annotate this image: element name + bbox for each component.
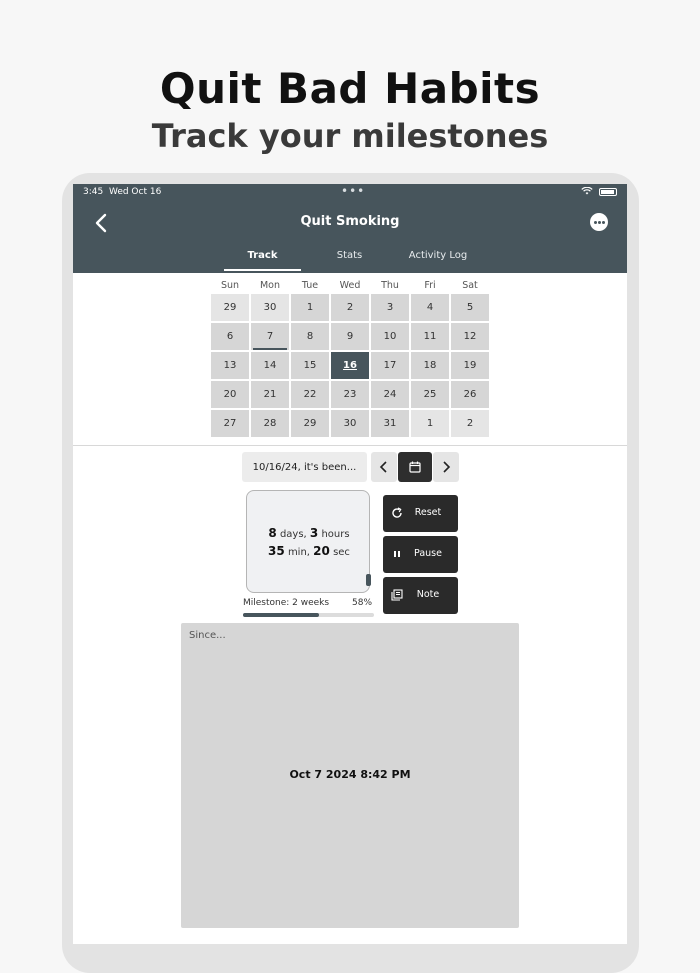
milestone-progress-bar: [243, 613, 374, 617]
calendar-day[interactable]: 29: [291, 410, 329, 437]
reset-button[interactable]: Reset: [383, 495, 458, 532]
wifi-icon: [581, 187, 593, 195]
weekday-label: Tue: [301, 280, 319, 291]
calendar-day[interactable]: 1: [411, 410, 449, 437]
since-datetime: Oct 7 2024 8:42 PM: [289, 768, 411, 781]
calendar-day[interactable]: 9: [331, 323, 369, 350]
calendar-day[interactable]: 3: [371, 294, 409, 321]
weekday-label: Fri: [424, 280, 436, 291]
previous-day-button[interactable]: [371, 452, 397, 482]
nav-bar: 3:45 Wed Oct 16 ••• Quit Smoking Track S…: [73, 184, 627, 273]
tab-activity-log[interactable]: Activity Log: [393, 250, 483, 261]
calendar-day[interactable]: 18: [411, 352, 449, 379]
tab-stats[interactable]: Stats: [313, 250, 386, 261]
weekday-label: Sun: [220, 280, 240, 291]
active-tab-indicator: [224, 269, 301, 271]
calendar-icon: [409, 461, 421, 473]
calendar-day[interactable]: 19: [451, 352, 489, 379]
calendar-day[interactable]: 15: [291, 352, 329, 379]
weekday-label: Mon: [259, 280, 281, 291]
chevron-right-icon: [443, 461, 451, 473]
calendar-day[interactable]: 8: [291, 323, 329, 350]
calendar-day[interactable]: 31: [371, 410, 409, 437]
calendar-day[interactable]: 25: [411, 381, 449, 408]
calendar-day[interactable]: 21: [251, 381, 289, 408]
timer-days-hours: 8 days, 3 hours: [268, 526, 350, 540]
elapsed-timer: 8 days, 3 hours 35 min, 20 sec: [246, 490, 371, 593]
reset-label: Reset: [414, 507, 442, 518]
status-time: 3:45 Wed Oct 16: [83, 187, 162, 197]
more-options-icon[interactable]: [590, 213, 608, 231]
milestone-percent: 58%: [352, 598, 373, 608]
milestone-label: Milestone: 2 weeks: [243, 598, 330, 608]
calendar-day[interactable]: 29: [211, 294, 249, 321]
calendar-day[interactable]: 2: [451, 410, 489, 437]
calendar-day[interactable]: 24: [371, 381, 409, 408]
calendar-day[interactable]: 16: [331, 352, 369, 379]
tab-bar: Track Stats Activity Log: [73, 250, 627, 273]
calendar-day[interactable]: 30: [251, 294, 289, 321]
calendar-day[interactable]: 23: [331, 381, 369, 408]
calendar-day[interactable]: 2: [331, 294, 369, 321]
milestone-progress-fill: [243, 613, 319, 617]
calendar-weekday-header: Sun Mon Tue Wed Thu Fri Sat: [211, 280, 490, 292]
calendar-day[interactable]: 13: [211, 352, 249, 379]
calendar-button[interactable]: [398, 452, 432, 482]
weekday-label: Wed: [339, 280, 361, 291]
calendar-day[interactable]: 7: [251, 323, 289, 350]
calendar-day[interactable]: 11: [411, 323, 449, 350]
calendar-day[interactable]: 6: [211, 323, 249, 350]
calendar-day[interactable]: 27: [211, 410, 249, 437]
multitask-dots-icon: •••: [341, 184, 366, 198]
note-button[interactable]: Note: [383, 577, 458, 614]
note-label: Note: [416, 589, 440, 600]
calendar-day[interactable]: 20: [211, 381, 249, 408]
calendar-day[interactable]: 28: [251, 410, 289, 437]
calendar-day[interactable]: 12: [451, 323, 489, 350]
promo-headline: Quit Bad Habits: [159, 64, 541, 113]
app-screen: 3:45 Wed Oct 16 ••• Quit Smoking Track S…: [73, 184, 627, 944]
resize-handle[interactable]: [366, 574, 371, 586]
chevron-left-icon: [379, 461, 387, 473]
calendar-day[interactable]: 10: [371, 323, 409, 350]
weekday-label: Thu: [381, 280, 399, 291]
timer-min-sec: 35 min, 20 sec: [268, 544, 350, 558]
calendar-day[interactable]: 17: [371, 352, 409, 379]
since-panel[interactable]: Since... Oct 7 2024 8:42 PM: [181, 623, 519, 928]
calendar-day[interactable]: 5: [451, 294, 489, 321]
weekday-label: Sat: [462, 280, 478, 291]
calendar-day[interactable]: 22: [291, 381, 329, 408]
calendar-day[interactable]: 1: [291, 294, 329, 321]
section-divider: [73, 445, 627, 446]
battery-icon: [599, 188, 617, 196]
calendar-day[interactable]: 14: [251, 352, 289, 379]
promo-subheadline: Track your milestones: [151, 117, 549, 155]
pause-label: Pause: [414, 548, 442, 559]
calendar-day[interactable]: 26: [451, 381, 489, 408]
pause-button[interactable]: Pause: [383, 536, 458, 573]
next-day-button[interactable]: [433, 452, 459, 482]
page-title: Quit Smoking: [300, 214, 400, 229]
date-picker-label[interactable]: 10/16/24, it's been...: [242, 452, 367, 482]
since-label: Since...: [189, 630, 226, 641]
calendar-day[interactable]: 4: [411, 294, 449, 321]
calendar-day[interactable]: 30: [331, 410, 369, 437]
tab-track[interactable]: Track: [224, 250, 301, 261]
